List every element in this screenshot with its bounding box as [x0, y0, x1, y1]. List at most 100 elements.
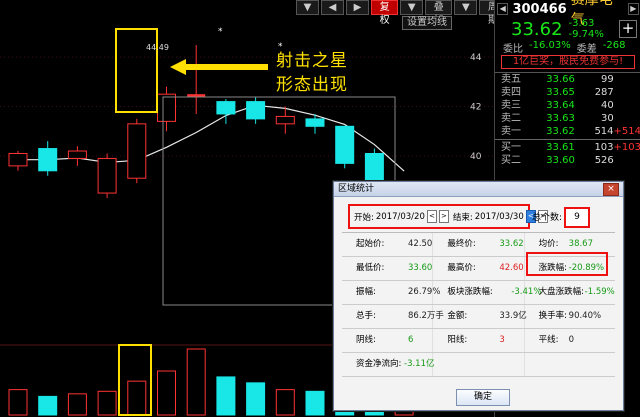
stat-label: 阴线: [356, 335, 376, 345]
volume-bar [186, 348, 206, 416]
stats-cell: 最低价: 33.60 [342, 257, 434, 280]
stats-cell: 起始价: 42.50 [342, 233, 434, 256]
stats-cell: 平线: 0 [525, 329, 615, 352]
next-stock-icon[interactable]: ▶ [627, 3, 639, 15]
dialog-title: 区域统计 [334, 182, 623, 197]
stats-cell: 金额: 33.9亿 [433, 305, 527, 328]
stock-code: 300466 [512, 1, 567, 17]
volume-bar [246, 382, 266, 416]
stats-cell: 板块涨跌幅: -3.41% [433, 281, 541, 304]
start-date[interactable]: 2017/03/20 [376, 212, 425, 222]
stat-value: 90.40% [568, 311, 602, 321]
stats-cell: 最高价: 42.60 [433, 257, 525, 280]
stats-cell: 换手率: 90.40% [525, 305, 615, 328]
candle [127, 118, 147, 184]
end-date[interactable]: 2017/03/30 [475, 212, 524, 222]
y-tick-label: 40 [470, 152, 482, 162]
book-label: 卖五 [501, 74, 521, 85]
toolbar-button[interactable]: ▶ [346, 0, 369, 15]
stat-label: 阳线: [447, 335, 468, 345]
price-change: -3.63 -9.74% [568, 18, 604, 40]
toolbar-button[interactable]: ▼ [296, 0, 319, 15]
end-label: 结束: [452, 212, 473, 223]
book-vol: 99 [601, 74, 614, 85]
book-delta [614, 73, 640, 86]
volume-bar [157, 370, 176, 416]
stats-cell: 阳线: 3 [433, 329, 525, 352]
book-row[interactable]: 卖四 33.65 287 [495, 86, 640, 99]
stats-row: 振幅: 26.79% 板块涨跌幅: -3.41% 大盘涨跌幅: -1.59% [342, 281, 615, 305]
annotation-line-1: 射击之星 [276, 51, 348, 71]
book-price: 33.60 [546, 155, 575, 166]
book-label: 买一 [501, 142, 521, 153]
stats-row: 总手: 86.2万手 金额: 33.9亿 换手率: 90.40% [342, 305, 615, 329]
book-price: 33.63 [546, 113, 575, 124]
volume-bar [97, 390, 117, 416]
ok-button[interactable]: 确定 [456, 389, 510, 406]
book-vol: 30 [601, 113, 614, 124]
star-marker-icon: * [218, 27, 223, 37]
stat-label: 资金净流向: [356, 359, 402, 369]
bid-book: 买一 33.61 103 +103 买二 33.60 526 [495, 141, 640, 167]
start-next-icon[interactable]: > [438, 210, 449, 223]
book-label: 卖三 [501, 100, 521, 111]
stat-value: 0 [568, 335, 575, 345]
book-row[interactable]: 买二 33.60 526 [495, 154, 640, 167]
book-price: 33.61 [546, 142, 575, 153]
book-row[interactable]: 卖五 33.66 99 [495, 73, 640, 86]
book-vol: 40 [601, 100, 614, 111]
date-range-box: 开始: 2017/03/20 < > 结束: 2017/03/30 < > [348, 204, 548, 229]
toolbar-button[interactable]: ◀ [321, 0, 344, 15]
stat-value: 33.9亿 [499, 311, 527, 321]
book-delta [614, 86, 640, 99]
toolbar-button[interactable]: 叠加 [425, 0, 453, 26]
stat-value: -1.59% [584, 287, 615, 297]
stats-cell: 阴线: 6 [342, 329, 434, 352]
high-price-label: 44.49 [146, 43, 169, 52]
start-prev-icon[interactable]: < [426, 210, 437, 223]
promo-banner[interactable]: 1亿巨奖，股民免费参与! [501, 55, 635, 69]
stat-label: 起始价: [356, 239, 385, 249]
prev-stock-icon[interactable]: ◀ [497, 3, 509, 15]
close-icon[interactable]: × [603, 183, 619, 196]
y-tick-label: 42 [470, 103, 481, 113]
annotation-line-2: 形态出现 [276, 75, 348, 95]
candle [187, 45, 206, 114]
stat-value: 6 [408, 335, 414, 345]
book-label: 卖二 [501, 113, 521, 124]
stats-cell: 总手: 86.2万手 [342, 305, 444, 328]
book-price: 33.62 [546, 126, 575, 137]
book-row[interactable]: 买一 33.61 103 +103 [495, 141, 640, 154]
book-row[interactable]: 卖二 33.63 30 [495, 112, 640, 125]
stats-cell: 资金净流向: -3.11亿 [342, 353, 435, 376]
add-watchlist-button[interactable]: + [619, 20, 637, 38]
stat-label: 板块涨跌幅: [447, 287, 493, 297]
toolbar-button[interactable]: 复权 [371, 0, 399, 26]
volume-bar [38, 395, 58, 416]
stat-label: 最低价: [356, 263, 385, 273]
ma-settings-button[interactable]: 设置均线 [402, 16, 452, 30]
ask-book: 卖五 33.66 99 卖四 33.65 287 卖三 33.64 40 卖二 33.63 30 卖一 3… [495, 72, 640, 138]
book-delta [614, 99, 640, 112]
book-label: 买二 [501, 155, 521, 166]
stats-cell [433, 353, 525, 376]
toolbar-button[interactable]: ▼ [454, 0, 478, 15]
stats-row: 资金净流向: -3.11亿 [342, 353, 615, 377]
volume-bar [275, 389, 295, 416]
book-label: 卖一 [501, 126, 521, 137]
candle [335, 125, 355, 169]
stat-label: 振幅: [356, 287, 376, 297]
book-row[interactable]: 卖三 33.64 40 [495, 99, 640, 112]
volume-bar [127, 380, 147, 416]
volume-bar [305, 390, 325, 416]
change-pct-highlight [526, 252, 608, 276]
stats-cell [525, 353, 615, 376]
toolbar-button[interactable]: ▼ [400, 0, 424, 15]
count-label: 总个数: [532, 213, 563, 223]
stat-label: 换手率: [538, 311, 568, 321]
stat-label: 金额: [447, 311, 468, 321]
volume-bar [216, 376, 236, 416]
volume-bar [67, 393, 87, 416]
book-row[interactable]: 卖一 33.62 514 +514 [495, 125, 640, 138]
stats-cell: 大盘涨跌幅: -1.59% [525, 281, 615, 304]
